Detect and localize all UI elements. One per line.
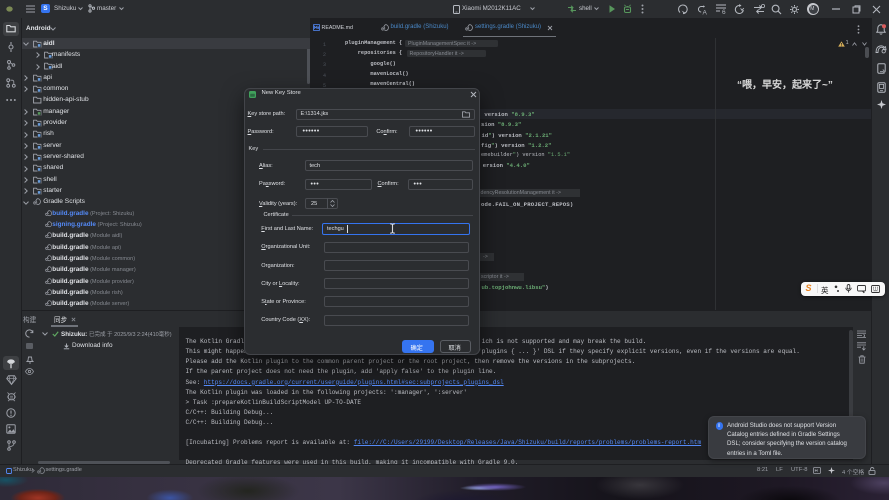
svg-text:A: A xyxy=(703,9,708,16)
svg-text:6: 6 xyxy=(722,9,726,16)
